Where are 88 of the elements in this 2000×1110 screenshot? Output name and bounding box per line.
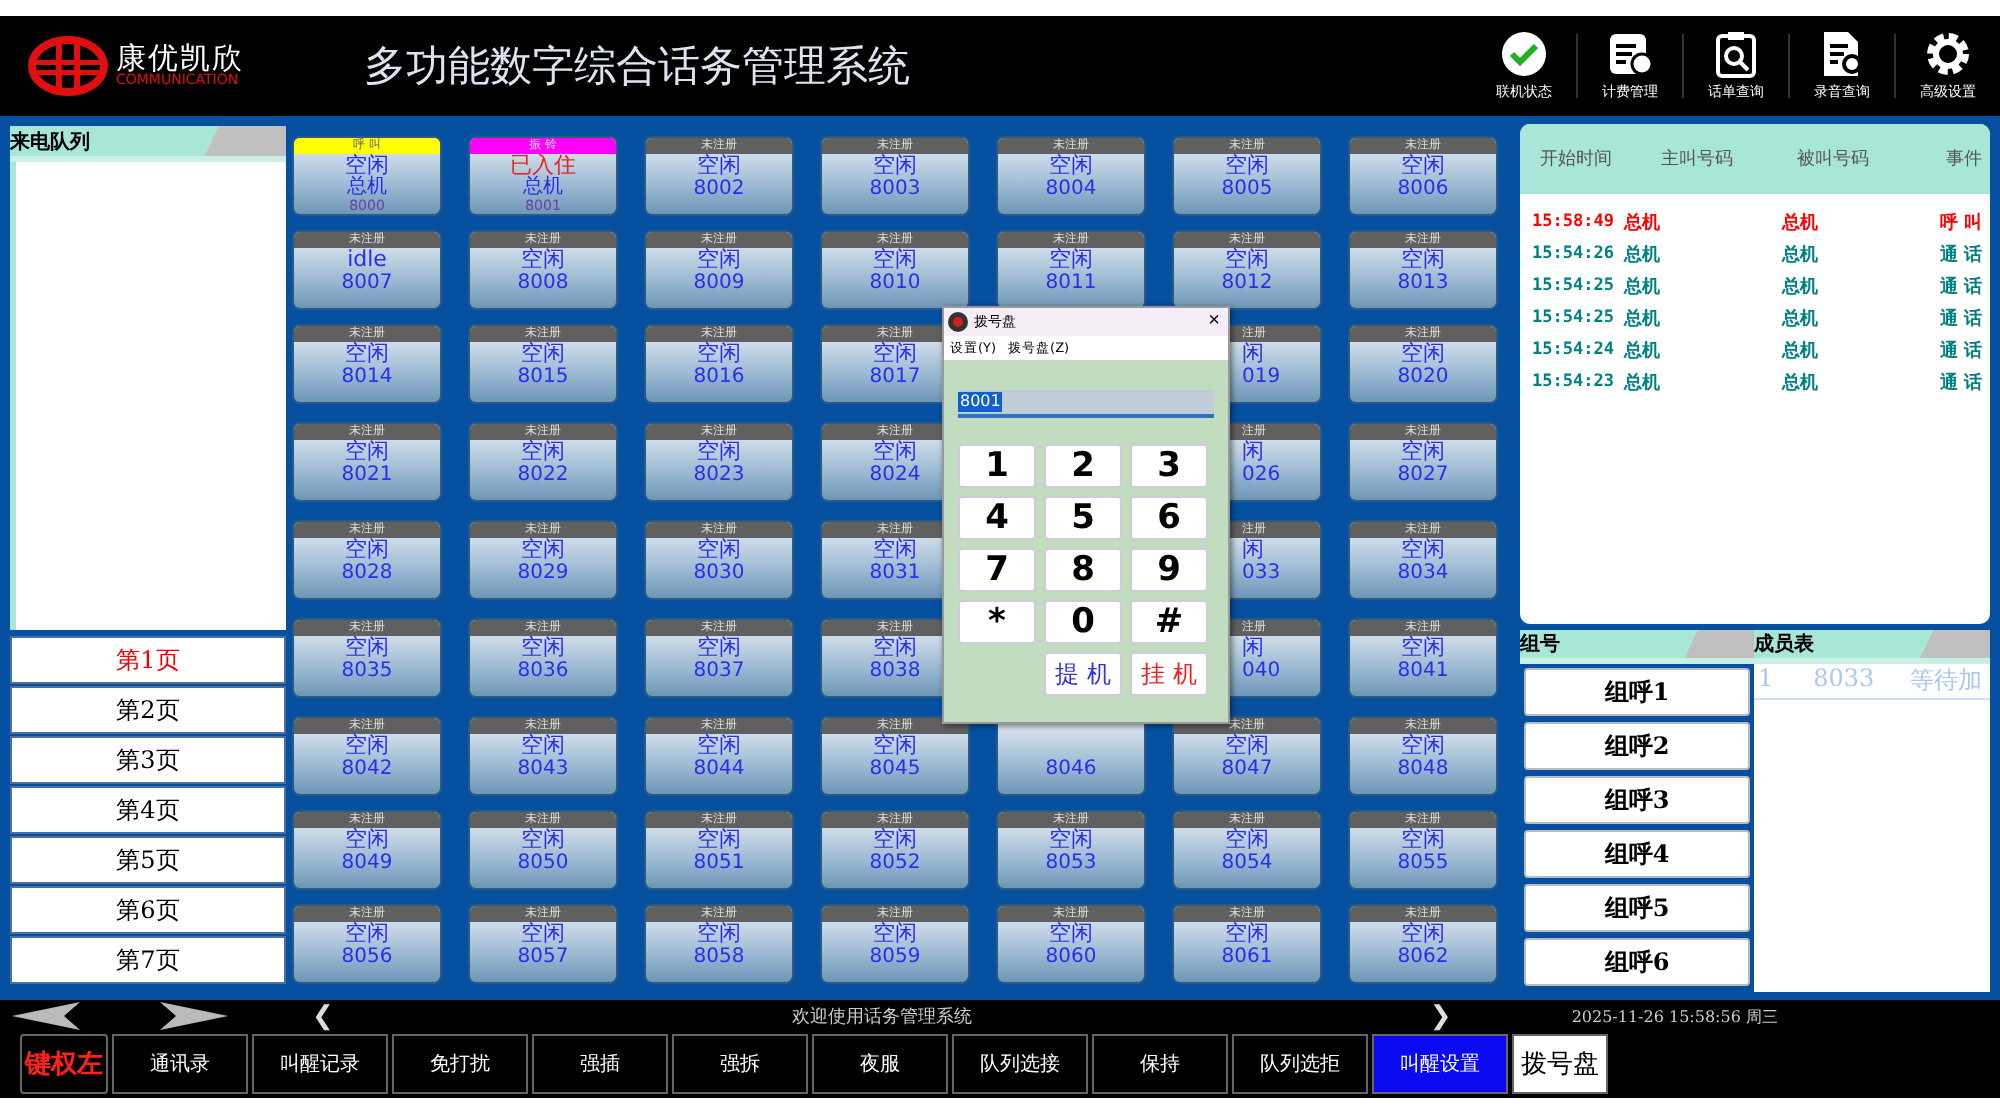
panel-header: 成员表	[1754, 630, 1990, 664]
call-action-button[interactable]: 提 机	[1044, 652, 1122, 696]
table-cell-text: 15:54:26	[1530, 244, 1616, 264]
table-cell-text: 总机	[1621, 274, 1662, 299]
table-cell-text: 通 话	[1937, 242, 1982, 267]
keypad-key[interactable]: 7	[958, 548, 1036, 592]
function-button[interactable]: 保持	[1092, 1034, 1228, 1094]
column-header: 被叫号码	[1795, 147, 1872, 172]
function-button[interactable]: 叫醒记录	[252, 1034, 388, 1094]
table-cell-text: 呼 叫	[1937, 210, 1982, 235]
function-button[interactable]: 强拆	[672, 1034, 808, 1094]
table-cell-text: 通 话	[1937, 274, 1982, 299]
function-button[interactable]: 拨号盘	[1512, 1034, 1608, 1094]
keypad-key[interactable]: #	[1130, 600, 1208, 644]
page-button[interactable]: 第7页	[10, 936, 286, 984]
function-button[interactable]: 夜服	[812, 1034, 948, 1094]
keypad-key[interactable]: 3	[1130, 444, 1208, 488]
function-button[interactable]: 强插	[532, 1034, 668, 1094]
column-header: 事件	[1944, 147, 1982, 172]
right-arrow-icon[interactable]	[160, 1002, 228, 1030]
brand-name: 康优凯欣	[116, 44, 244, 74]
member-status: 等待加	[1910, 664, 1983, 698]
function-button[interactable]: 通讯录	[112, 1034, 248, 1094]
keypad-key[interactable]: *	[958, 600, 1036, 644]
group-call-button[interactable]: 组呼2	[1524, 722, 1750, 770]
table-cell-text: 总机	[1779, 306, 1820, 331]
group-call-button[interactable]: 组呼1	[1524, 668, 1750, 716]
table-cell-text: 总机	[1779, 242, 1820, 267]
table-cell-text: 通 话	[1937, 370, 1982, 395]
table-cell-text: 总机	[1621, 306, 1662, 331]
app-title: 多功能数字综合话务管理系统	[364, 40, 912, 94]
function-button[interactable]: 免打扰	[392, 1034, 528, 1094]
member-extension: 8033	[1813, 664, 1875, 696]
left-arrow-icon[interactable]	[12, 1002, 80, 1030]
group-call-button[interactable]: 组呼3	[1524, 776, 1750, 824]
table-cell-text: 总机	[1779, 370, 1820, 395]
table-cell-text: 总机	[1779, 338, 1820, 363]
keypad-key[interactable]: 9	[1130, 548, 1208, 592]
column-header: 主叫号码	[1658, 147, 1735, 172]
date-time: 2025-11-26 15:58:56 周三	[1571, 1005, 1778, 1027]
clipboard-search-icon	[1712, 30, 1760, 78]
table-cell-text: 总机	[1779, 210, 1820, 235]
function-button[interactable]: 队列选接	[952, 1034, 1088, 1094]
keypad-key[interactable]: 0	[1044, 600, 1122, 644]
table-cell-text: 通 话	[1937, 338, 1982, 363]
page-button[interactable]: 第1页	[10, 636, 286, 684]
keypad-key[interactable]: 4	[958, 496, 1036, 540]
column-header: 开始时间	[1538, 147, 1614, 172]
table-cell-text: 15:54:24	[1530, 340, 1616, 360]
check-icon	[1500, 30, 1548, 78]
table-cell-text: 15:58:49	[1530, 212, 1616, 232]
group-call-button[interactable]: 组呼5	[1524, 884, 1750, 932]
page-button[interactable]: 第6页	[10, 886, 286, 934]
member-index: 1	[1758, 664, 1774, 696]
page-button[interactable]: 第3页	[10, 736, 286, 784]
settings-icon	[1924, 30, 1972, 78]
logo-icon	[28, 36, 108, 96]
panel-header: 组号	[1520, 630, 1754, 664]
keypad-key[interactable]: 6	[1130, 496, 1208, 540]
function-button[interactable]: 键权左	[20, 1034, 108, 1094]
table-cell-text: 15:54:25	[1530, 308, 1616, 328]
keypad-key[interactable]: 5	[1044, 496, 1122, 540]
function-button[interactable]: 队列选拒	[1232, 1034, 1368, 1094]
table-cell-text: 通 话	[1937, 306, 1982, 331]
invoice-icon	[1606, 30, 1654, 78]
table-cell-text: 总机	[1621, 370, 1662, 395]
page-button[interactable]: 第2页	[10, 686, 286, 734]
table-cell-text: 总机	[1621, 242, 1662, 267]
table-cell-text: 总机	[1621, 210, 1662, 235]
app-icon	[948, 312, 968, 332]
number-field[interactable]: 8001	[958, 390, 1214, 418]
panel-header: 来电队列	[10, 126, 286, 162]
call-action-button[interactable]: 挂 机	[1130, 652, 1208, 696]
page-button[interactable]: 第5页	[10, 836, 286, 884]
group-call-button[interactable]: 组呼6	[1524, 938, 1750, 986]
keypad-key[interactable]: 1	[958, 444, 1036, 488]
function-button[interactable]: 叫醒设置	[1372, 1034, 1508, 1094]
marquee-message: 欢迎使用话务管理系统	[789, 1005, 974, 1029]
page-button[interactable]: 第4页	[10, 786, 286, 834]
keypad-key[interactable]: 8	[1044, 548, 1122, 592]
table-cell-text: 总机	[1779, 274, 1820, 299]
keypad-key[interactable]: 2	[1044, 444, 1122, 488]
table-cell-text: 15:54:25	[1530, 276, 1616, 296]
table-cell-text: 15:54:23	[1530, 372, 1616, 392]
group-call-button[interactable]: 组呼4	[1524, 830, 1750, 878]
next-button[interactable]: ❯	[1429, 1001, 1452, 1031]
previous-button[interactable]: ❮	[312, 1001, 334, 1031]
table-cell-text: 总机	[1621, 338, 1662, 363]
